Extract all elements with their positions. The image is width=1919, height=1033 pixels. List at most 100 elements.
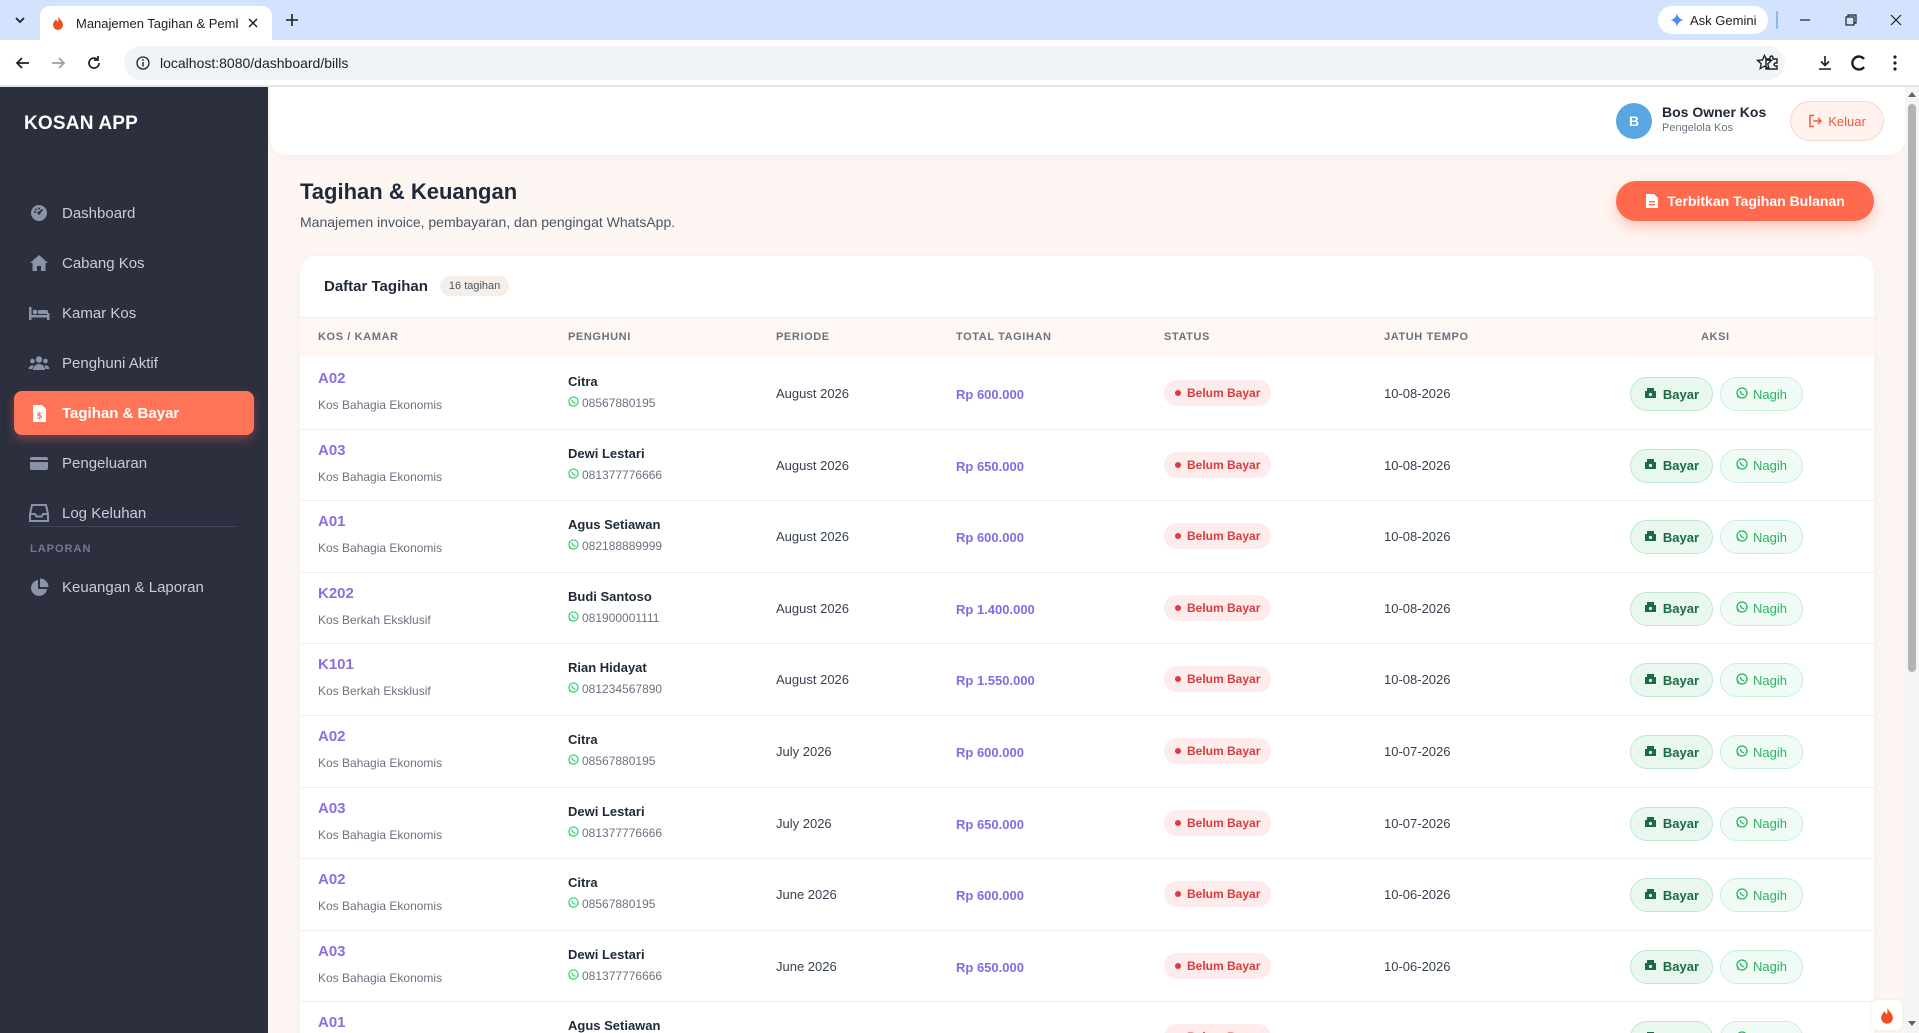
room-link[interactable]: A02: [318, 728, 346, 745]
whatsapp-icon: [1736, 458, 1748, 473]
tenant-phone: 081377776666: [568, 468, 662, 482]
downloads-button[interactable]: [1813, 51, 1837, 75]
due-date: 10-07-2026: [1384, 815, 1451, 831]
room-link[interactable]: K101: [318, 656, 354, 673]
pay-button[interactable]: Bayar: [1630, 663, 1713, 698]
browser-tab[interactable]: Manajemen Tagihan & Pembayaran: [40, 6, 272, 40]
tenant-phone: 08567880195: [568, 396, 655, 410]
pay-button[interactable]: Bayar: [1630, 949, 1713, 984]
url-text[interactable]: localhost:8080/dashboard/bills: [160, 55, 348, 71]
extensions-button[interactable]: [1760, 51, 1784, 75]
pay-button[interactable]: Bayar: [1630, 520, 1713, 555]
status-dot: [1175, 390, 1181, 396]
room-link[interactable]: A03: [318, 800, 346, 817]
address-bar[interactable]: localhost:8080/dashboard/bills: [124, 46, 1785, 80]
whatsapp-remind-button[interactable]: Nagih: [1720, 735, 1803, 769]
new-tab-button[interactable]: [280, 8, 304, 32]
room-link[interactable]: A02: [318, 871, 346, 888]
scroll-down-icon[interactable]: [1906, 1018, 1918, 1030]
pay-button[interactable]: Bayar: [1630, 1021, 1713, 1033]
room-link[interactable]: A01: [318, 513, 346, 530]
back-button[interactable]: [11, 51, 35, 75]
tenant-name: Citra: [568, 732, 598, 747]
tenant-name: Budi Santoso: [568, 588, 652, 604]
minimize-button[interactable]: [1793, 8, 1817, 32]
column-header: STATUS: [1164, 331, 1210, 343]
sidebar-item-dashboard[interactable]: Dashboard: [14, 191, 254, 235]
whatsapp-remind-button[interactable]: Nagih: [1720, 520, 1803, 555]
pay-button[interactable]: Bayar: [1630, 591, 1713, 626]
pay-button[interactable]: Bayar: [1630, 448, 1713, 483]
profile-button[interactable]: [1847, 51, 1871, 75]
tenant-phone: 081377776666: [568, 826, 662, 840]
ask-gemini-button[interactable]: Ask Gemini: [1658, 6, 1769, 34]
due-date: 10-08-2026: [1384, 529, 1451, 545]
sidebar-item-log-keluhan[interactable]: Log Keluhan: [14, 491, 254, 535]
table-row: A02 Kos Bahagia Ekonomis Citra 08567880195 J…: [300, 859, 1874, 931]
close-icon: [1890, 14, 1902, 26]
pay-button[interactable]: Bayar: [1630, 377, 1713, 411]
issue-monthly-bills-button[interactable]: Terbitkan Tagihan Bulanan: [1616, 181, 1874, 221]
scrollbar-thumb[interactable]: [1908, 104, 1916, 672]
whatsapp-remind-button[interactable]: Nagih: [1720, 448, 1803, 483]
remind-label: Nagih: [1753, 744, 1787, 760]
due-date: 10-08-2026: [1384, 457, 1451, 473]
room-link[interactable]: K202: [318, 585, 354, 602]
sidebar-item-kamar-kos[interactable]: Kamar Kos: [14, 291, 254, 335]
status-badge: Belum Bayar: [1164, 1024, 1272, 1033]
whatsapp-icon: [1736, 386, 1748, 402]
whatsapp-remind-button[interactable]: Nagih: [1720, 949, 1803, 984]
status-label: Belum Bayar: [1187, 887, 1261, 902]
cash-register-icon: [1644, 888, 1657, 903]
room-link[interactable]: A02: [318, 370, 346, 387]
logout-button[interactable]: Keluar: [1790, 101, 1884, 141]
flame-extension-icon[interactable]: [1872, 1000, 1902, 1030]
sidebar-item-label: Dashboard: [62, 204, 136, 222]
sidebar-item-pengeluaran[interactable]: Pengeluaran: [14, 441, 254, 485]
room-link[interactable]: A03: [318, 442, 346, 459]
pay-button[interactable]: Bayar: [1630, 878, 1713, 913]
status-dot: [1175, 891, 1181, 898]
whatsapp-remind-button[interactable]: Nagih: [1720, 806, 1803, 841]
info-icon[interactable]: [136, 56, 150, 70]
sidebar-item-keuangan-laporan[interactable]: Keuangan & Laporan: [14, 565, 254, 609]
column-header: TOTAL TAGIHAN: [956, 331, 1052, 343]
restore-button[interactable]: [1839, 8, 1863, 32]
sidebar-item-penghuni-aktif[interactable]: Penghuni Aktif: [14, 341, 254, 385]
due-date: 10-06-2026: [1384, 887, 1451, 903]
tab-close-icon[interactable]: [244, 14, 262, 32]
pay-label: Bayar: [1662, 458, 1700, 474]
close-window-button[interactable]: [1884, 8, 1908, 32]
bill-amount: Rp 600.000: [956, 387, 1024, 402]
forward-button[interactable]: [46, 51, 70, 75]
billing-period: August 2026: [776, 529, 850, 545]
browser-menu-button[interactable]: [1883, 51, 1907, 75]
sidebar-item-tagihan-bayar[interactable]: $ Tagihan & Bayar: [14, 391, 254, 435]
avatar[interactable]: B: [1616, 103, 1652, 139]
pay-button[interactable]: Bayar: [1630, 735, 1713, 769]
pay-label: Bayar: [1662, 959, 1700, 975]
reload-button[interactable]: [82, 51, 106, 75]
whatsapp-remind-button[interactable]: Nagih: [1720, 377, 1803, 411]
reload-icon: [88, 56, 100, 69]
whatsapp-remind-button[interactable]: Nagih: [1720, 1021, 1803, 1033]
tab-search-button[interactable]: [8, 8, 32, 32]
tenant-name: Dewi Lestari: [568, 946, 645, 962]
users-icon: [28, 352, 50, 374]
pay-button[interactable]: Bayar: [1630, 806, 1713, 841]
tenant-phone: 081900001111: [568, 611, 659, 625]
user-role: Pengelola Kos: [1662, 122, 1733, 134]
room-link[interactable]: A01: [318, 1014, 346, 1031]
sidebar-item-cabang-kos[interactable]: Cabang Kos: [14, 241, 254, 285]
status-dot: [1175, 461, 1181, 468]
column-header: PERIODE: [776, 331, 830, 343]
whatsapp-remind-button[interactable]: Nagih: [1720, 591, 1803, 626]
branch-name: Kos Bahagia Ekonomis: [318, 541, 443, 556]
sidebar-item-label: Tagihan & Bayar: [62, 404, 180, 422]
bill-amount: Rp 600.000: [956, 530, 1024, 546]
table-row: A01Kos Bahagia EkonomisAgus Setiawan0821…: [300, 1002, 1874, 1033]
scroll-up-icon[interactable]: [1906, 88, 1918, 100]
room-link[interactable]: A03: [318, 943, 346, 960]
whatsapp-remind-button[interactable]: Nagih: [1720, 663, 1803, 698]
whatsapp-remind-button[interactable]: Nagih: [1720, 878, 1803, 913]
